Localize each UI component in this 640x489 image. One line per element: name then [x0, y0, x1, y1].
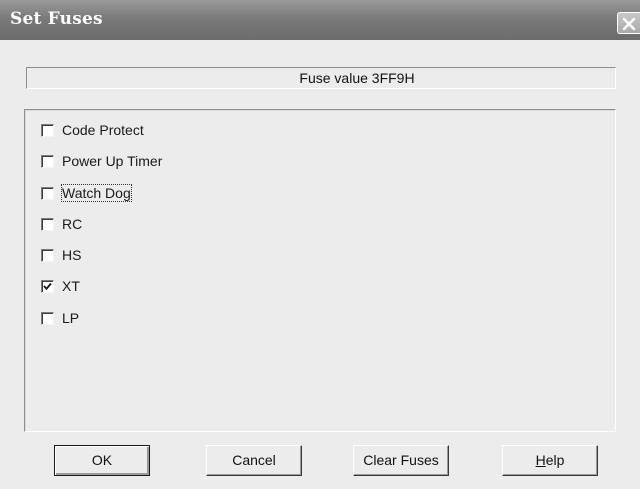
option-power-up-timer[interactable]: Power Up Timer: [41, 151, 162, 171]
set-fuses-dialog: Set Fuses Fuse value 3FF9H Code Protect …: [0, 0, 640, 489]
checkmark-icon: [43, 282, 52, 290]
ok-button[interactable]: OK: [54, 445, 150, 476]
help-button[interactable]: Help: [502, 445, 598, 476]
rc-checkbox[interactable]: [41, 217, 54, 231]
clear-fuses-button[interactable]: Clear Fuses: [353, 445, 449, 476]
watch-dog-label: Watch Dog: [61, 184, 132, 202]
hs-label: HS: [62, 247, 82, 263]
fuse-value-display: Fuse value 3FF9H: [26, 67, 616, 89]
hs-checkbox[interactable]: [41, 248, 54, 262]
help-label-rest: elp: [545, 452, 565, 468]
close-icon: [622, 17, 636, 31]
cancel-button[interactable]: Cancel: [206, 445, 302, 476]
title-bar[interactable]: Set Fuses: [0, 0, 640, 40]
xt-checkbox[interactable]: [41, 279, 54, 293]
close-button[interactable]: [617, 12, 640, 34]
option-lp[interactable]: LP: [41, 308, 79, 328]
power-up-timer-label: Power Up Timer: [62, 153, 163, 169]
power-up-timer-checkbox[interactable]: [41, 154, 54, 168]
lp-label: LP: [62, 310, 80, 326]
option-code-protect[interactable]: Code Protect: [41, 120, 144, 140]
code-protect-label: Code Protect: [62, 122, 144, 138]
code-protect-checkbox[interactable]: [41, 123, 54, 137]
window-title: Set Fuses: [10, 9, 103, 29]
help-mnemonic: H: [535, 452, 546, 468]
option-xt[interactable]: XT: [41, 276, 80, 296]
option-hs[interactable]: HS: [41, 245, 81, 265]
watch-dog-checkbox[interactable]: [41, 186, 54, 200]
rc-label: RC: [62, 216, 83, 232]
xt-label: XT: [62, 278, 80, 294]
lp-checkbox[interactable]: [41, 311, 54, 325]
option-rc[interactable]: RC: [41, 214, 82, 234]
fuse-value-text: Fuse value 3FF9H: [299, 70, 415, 86]
option-watch-dog[interactable]: Watch Dog: [41, 183, 132, 203]
fuse-options-panel: Code Protect Power Up Timer Watch Dog RC…: [24, 109, 616, 432]
